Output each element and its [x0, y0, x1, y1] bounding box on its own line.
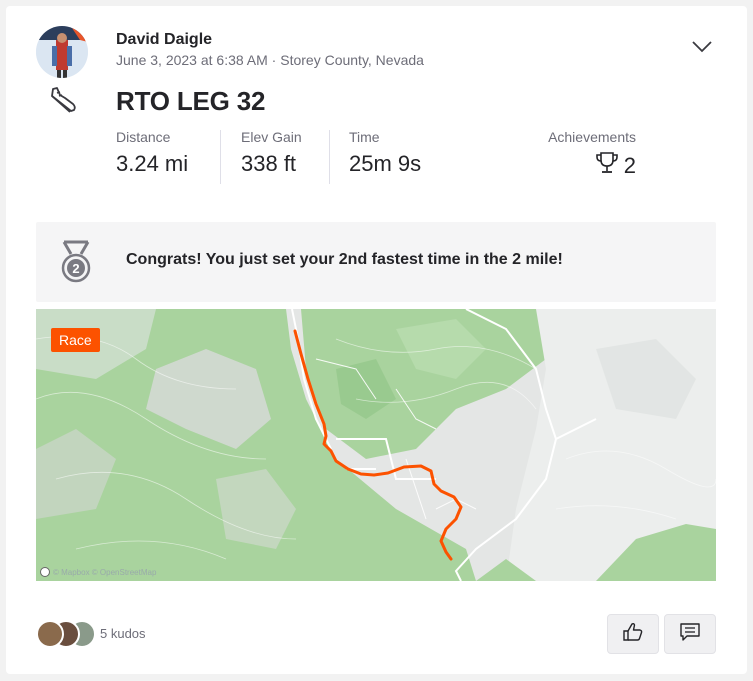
running-shoe-icon	[44, 84, 80, 120]
stat-value: 3.24 mi	[116, 151, 189, 176]
comment-icon	[679, 622, 701, 647]
attribution-text[interactable]: © Mapbox © OpenStreetMap	[53, 568, 156, 577]
activity-title[interactable]: RTO LEG 32	[116, 86, 265, 117]
activity-date: June 3, 2023 at 6:38 AM	[116, 52, 268, 68]
stat-time: Time 25m 9s	[349, 129, 421, 177]
achievement-banner: 2 Congrats! You just set your 2nd fastes…	[36, 222, 716, 302]
trophy-icon	[595, 151, 618, 181]
stat-label: Elev Gain	[241, 129, 302, 145]
stat-divider	[220, 130, 221, 184]
kudos-count[interactable]: 5 kudos	[100, 626, 146, 641]
chevron-down-icon[interactable]	[690, 36, 714, 56]
achievements-value: 2	[526, 151, 636, 181]
give-kudos-button[interactable]	[607, 614, 659, 654]
stat-label: Distance	[116, 129, 171, 145]
medal-2-icon: 2	[58, 240, 94, 284]
mapbox-logo-icon	[40, 567, 50, 577]
stat-divider	[329, 130, 330, 184]
athlete-avatar[interactable]	[36, 26, 88, 78]
activity-meta: June 3, 2023 at 6:38 AM · Storey County,…	[116, 52, 424, 68]
activity-card: David Daigle June 3, 2023 at 6:38 AM · S…	[6, 6, 747, 674]
stat-label: Time	[349, 129, 380, 145]
route-map[interactable]: Race © Mapbox © OpenStreetMap	[36, 309, 716, 581]
banner-text: Congrats! You just set your 2nd fastest …	[126, 251, 563, 268]
map-attribution[interactable]: © Mapbox © OpenStreetMap	[40, 567, 156, 577]
stat-value: 25m 9s	[349, 151, 422, 176]
achievements-label: Achievements	[548, 129, 636, 145]
activity-location: Storey County, Nevada	[280, 52, 424, 68]
kudos-avatar[interactable]	[36, 620, 64, 648]
achievements-count: 2	[623, 153, 636, 178]
athlete-name[interactable]: David Daigle	[116, 31, 212, 49]
stat-elev-gain: Elev Gain 338 ft	[241, 129, 302, 177]
medal-number: 2	[72, 261, 79, 276]
stat-value: 338 ft	[241, 151, 297, 176]
stat-distance: Distance 3.24 mi	[116, 129, 188, 177]
race-badge: Race	[51, 328, 100, 352]
thumbs-up-icon	[622, 622, 644, 647]
meta-separator: ·	[271, 52, 277, 68]
achievements: Achievements 2	[526, 129, 636, 181]
kudos-avatars[interactable]	[36, 620, 96, 648]
comment-button[interactable]	[664, 614, 716, 654]
